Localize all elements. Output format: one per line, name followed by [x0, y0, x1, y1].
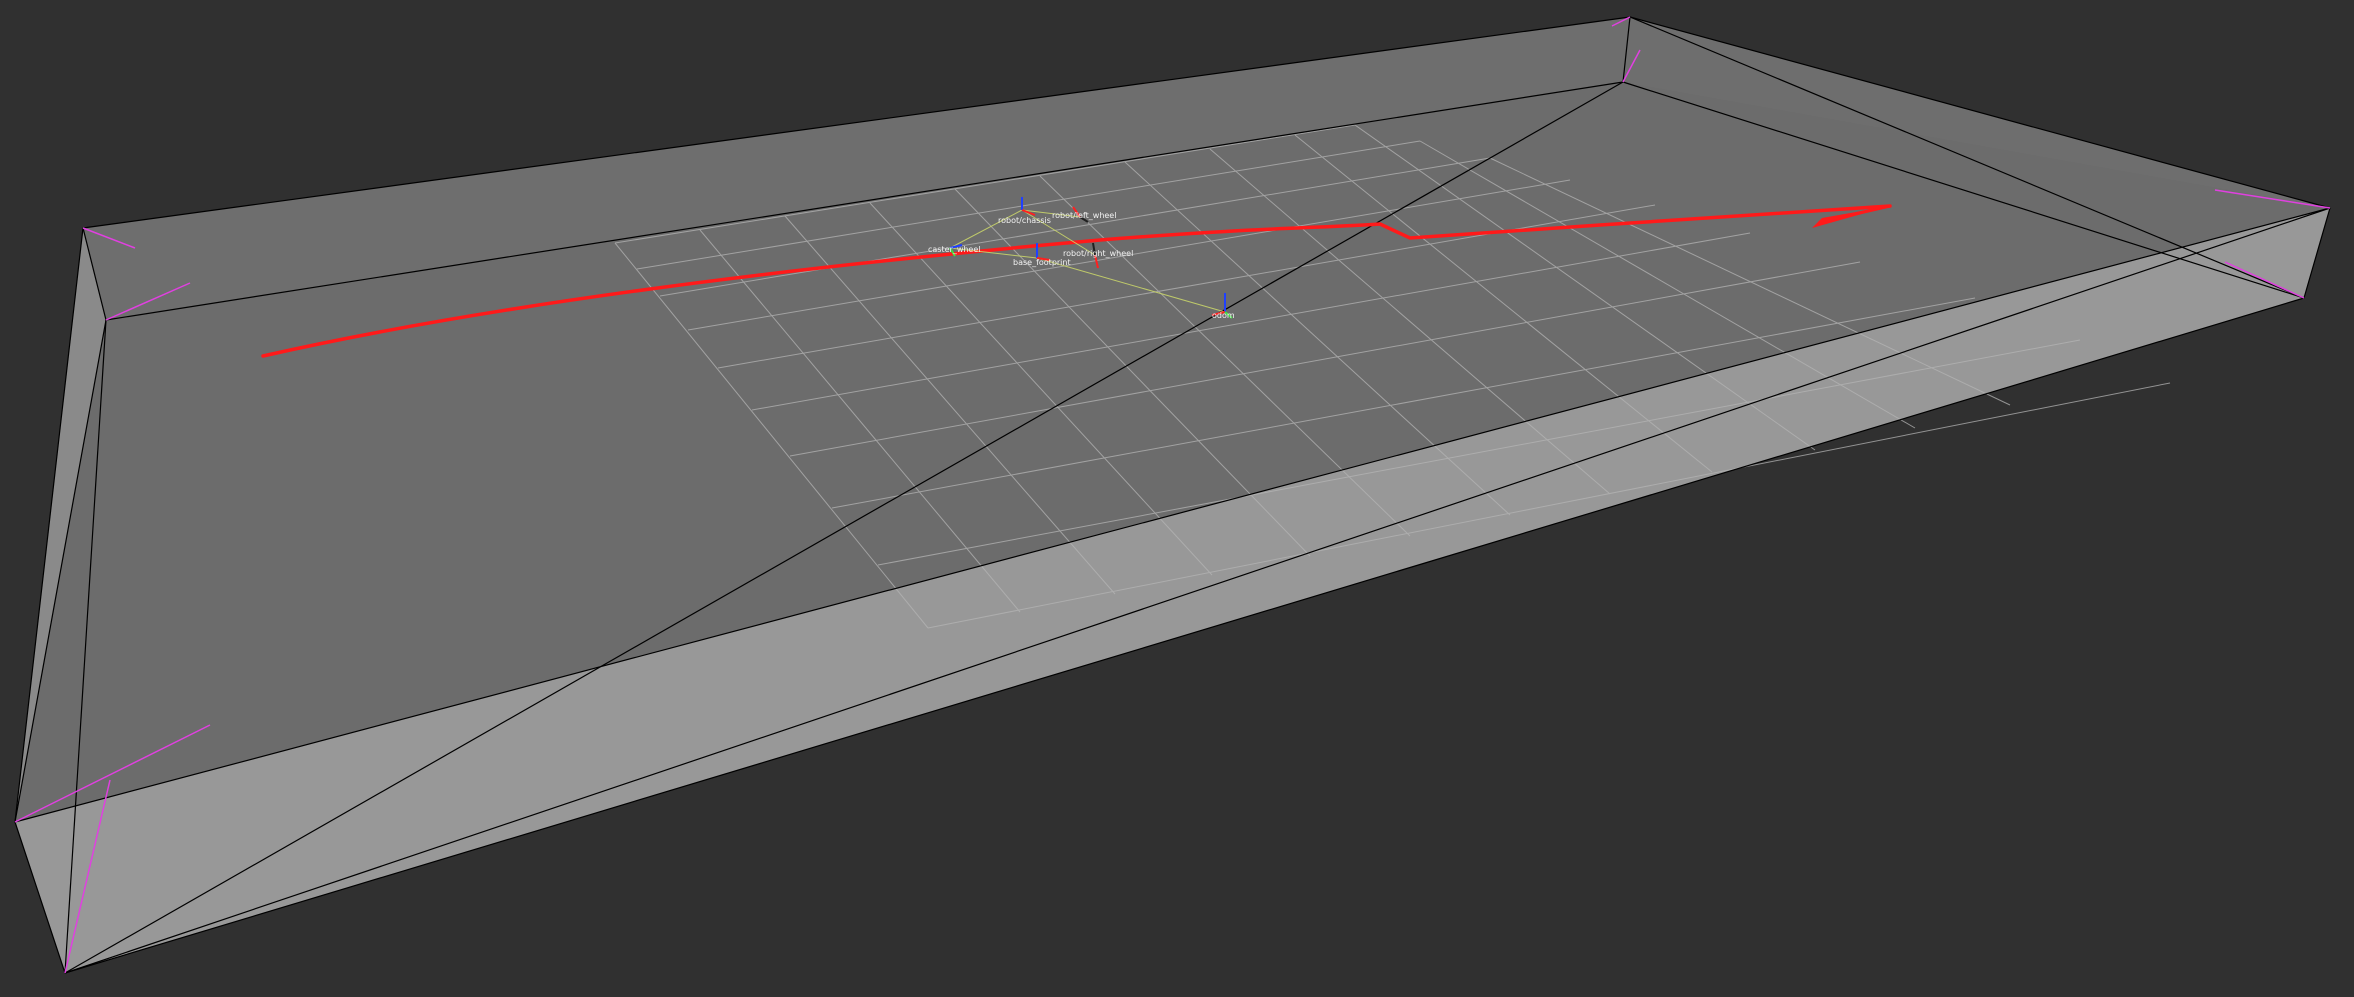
tf-label-base-footprint: base_footprint [1013, 258, 1071, 267]
scene-canvas: robot/chassis robot/left_wheel robot/rig… [14, 16, 2331, 974]
tf-label-chassis: robot/chassis [998, 216, 1051, 225]
tf-label-left-wheel: robot/left_wheel [1052, 211, 1116, 220]
tf-label-odom: odom [1212, 311, 1235, 320]
tf-label-right-wheel: robot/right_wheel [1063, 249, 1133, 258]
3d-viewport[interactable]: robot/chassis robot/left_wheel robot/rig… [0, 0, 2354, 997]
tf-label-caster-wheel: caster_wheel [928, 245, 981, 254]
